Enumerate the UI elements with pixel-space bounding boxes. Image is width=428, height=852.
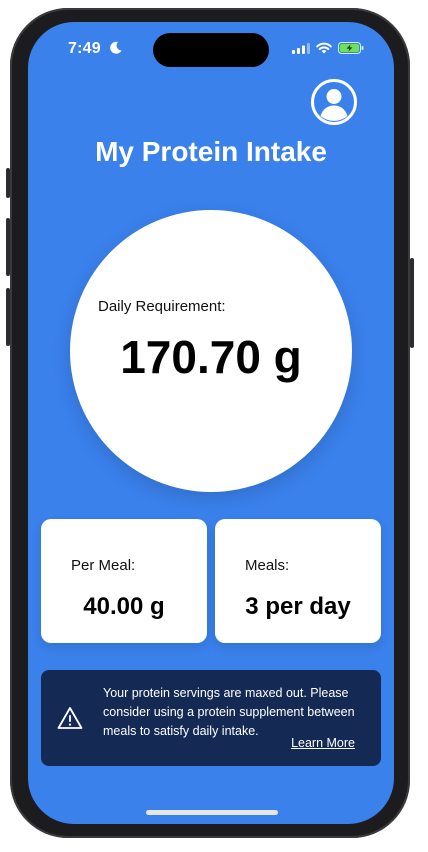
signal-icon — [292, 42, 310, 54]
app-screen: 7:49 My Protein Intake Daily Requirement… — [28, 22, 394, 824]
page-title: My Protein Intake — [95, 136, 327, 167]
meals-value: 3 per day — [245, 593, 351, 620]
moon-icon — [110, 41, 122, 54]
daily-requirement-value: 170.70 g — [120, 331, 302, 383]
daily-requirement-label: Daily Requirement: — [98, 298, 226, 315]
power-button — [410, 258, 414, 348]
per-meal-value: 40.00 g — [83, 593, 165, 620]
per-meal-label: Per Meal: — [71, 557, 136, 574]
status-icons — [292, 42, 364, 54]
meals-card: Meals: 3 per day — [215, 519, 381, 643]
supplement-alert: Your protein servings are maxed out. Ple… — [41, 670, 381, 766]
action-button — [6, 168, 10, 198]
warning-icon — [57, 707, 83, 729]
volume-down-button — [6, 288, 10, 346]
daily-requirement-circle: Daily Requirement: 170.70 g — [70, 210, 352, 492]
wifi-icon — [316, 42, 332, 54]
meals-label: Meals: — [245, 557, 290, 574]
home-indicator[interactable] — [146, 810, 278, 815]
status-time: 7:49 — [68, 40, 101, 57]
dynamic-island — [153, 33, 269, 67]
learn-more-link[interactable]: Learn More — [291, 736, 355, 750]
per-meal-card: Per Meal: 40.00 g — [41, 519, 207, 643]
alert-message: Your protein servings are maxed out. Ple… — [103, 686, 355, 738]
battery-charging-icon — [338, 42, 364, 54]
profile-icon[interactable] — [310, 78, 358, 126]
volume-up-button — [6, 218, 10, 276]
